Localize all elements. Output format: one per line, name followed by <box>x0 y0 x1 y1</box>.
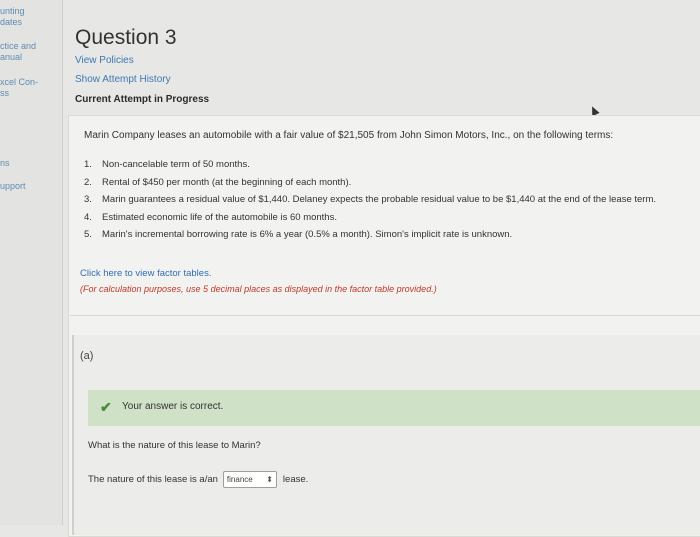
sidebar-link-practice-fragment[interactable]: ctice and <box>0 41 36 52</box>
list-item: 3. Marin guarantees a residual value of $… <box>84 194 657 205</box>
checkmark-icon: ✔ <box>100 399 112 415</box>
sidebar-link-support-fragment[interactable]: upport <box>0 181 26 192</box>
problem-intro: Marin Company leases an automobile with … <box>84 130 614 141</box>
left-sidebar: unting dates ctice and anual xcel Con- s… <box>0 0 62 525</box>
sidebar-link-excel-fragment-2[interactable]: ss <box>0 88 9 99</box>
show-attempt-history-link[interactable]: Show Attempt History <box>75 74 171 85</box>
sidebar-link-updates-fragment[interactable]: dates <box>0 17 22 28</box>
correct-feedback-text: Your answer is correct. <box>122 401 224 412</box>
lease-type-selected-value: finance <box>226 475 253 484</box>
lease-terms-list: 1. Non-cancelable term of 50 months. 2. Re… <box>84 156 656 244</box>
list-item: 1. Non-cancelable term of 50 months. <box>84 159 250 170</box>
answer-suffix: lease. <box>282 474 309 485</box>
calculation-note: (For calculation purposes, use 5 decimal… <box>80 284 437 294</box>
list-item: 2. Rental of $450 per month (at the begin… <box>84 176 352 188</box>
part-a-question: What is the nature of this lease to Mari… <box>88 440 261 451</box>
sidebar-link-ns-fragment[interactable]: ns <box>0 158 10 169</box>
sidebar-divider <box>62 0 63 525</box>
page-title: Question 3 <box>75 26 177 49</box>
factor-tables-link[interactable]: Click here to view factor tables. <box>80 268 211 279</box>
list-item: 5. Marin's incremental borrowing rate is … <box>84 229 513 240</box>
section-divider <box>70 315 700 316</box>
select-arrows-icon: ⬍ <box>266 475 273 484</box>
view-policies-link[interactable]: View Policies <box>75 55 134 66</box>
part-a-label: (a) <box>80 350 94 362</box>
lease-type-select[interactable]: finance ⬍ <box>222 471 277 488</box>
sidebar-link-manual-fragment[interactable]: anual <box>0 52 22 63</box>
sidebar-link-accounting-fragment[interactable]: unting <box>0 6 25 17</box>
current-attempt-label: Current Attempt in Progress <box>75 94 210 105</box>
part-a-panel <box>72 335 700 535</box>
answer-sentence: The nature of this lease is a/an finance… <box>88 471 308 488</box>
sidebar-link-excel-fragment[interactable]: xcel Con- <box>0 77 38 88</box>
list-item: 4. Estimated economic life of the automob… <box>84 211 337 223</box>
answer-prefix: The nature of this lease is a/an <box>88 474 218 485</box>
